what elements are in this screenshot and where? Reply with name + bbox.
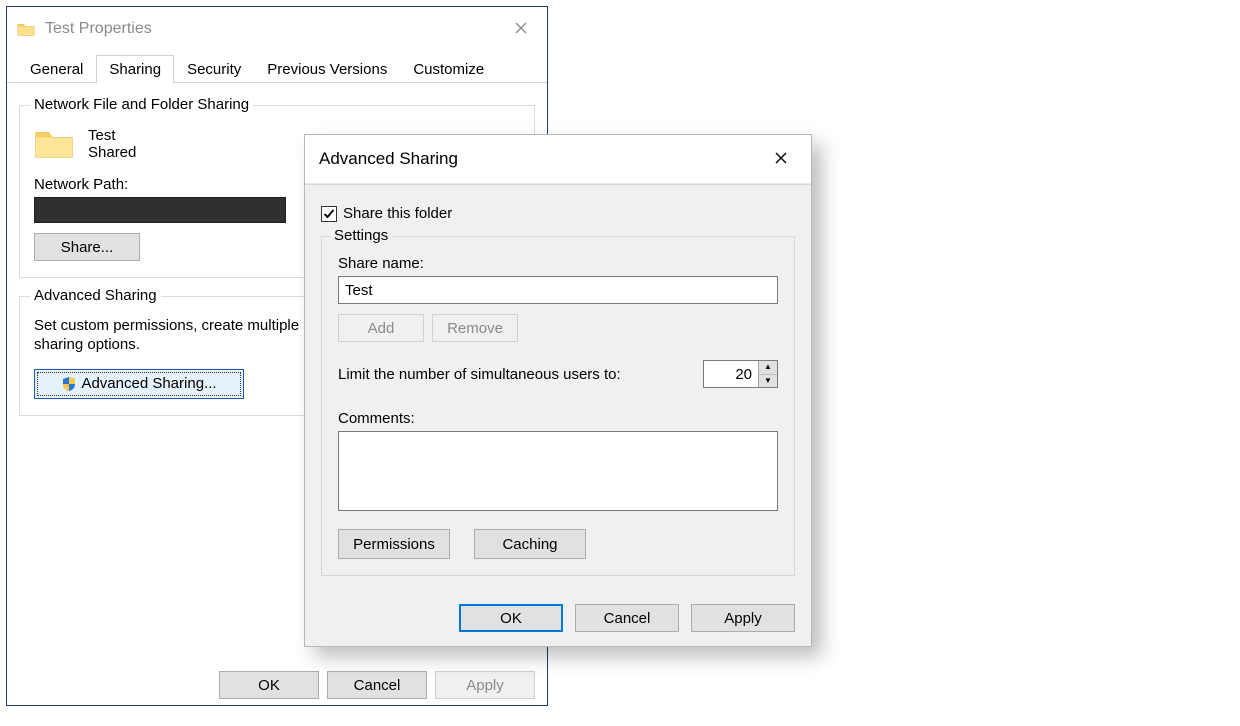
share-button[interactable]: Share... bbox=[34, 233, 140, 261]
advanced-sharing-button[interactable]: Advanced Sharing... bbox=[34, 369, 244, 399]
limit-value-input[interactable] bbox=[704, 361, 758, 387]
folder-icon bbox=[17, 22, 35, 37]
window-button-row: OK Cancel Apply bbox=[219, 671, 535, 699]
share-item-name: Test bbox=[88, 127, 136, 144]
network-path-value[interactable] bbox=[34, 197, 286, 223]
close-button[interactable] bbox=[501, 15, 541, 44]
tab-previous-versions[interactable]: Previous Versions bbox=[254, 55, 400, 84]
tab-strip: General Sharing Security Previous Versio… bbox=[7, 51, 547, 83]
apply-button[interactable]: Apply bbox=[435, 671, 535, 699]
folder-icon bbox=[34, 126, 74, 162]
limit-label: Limit the number of simultaneous users t… bbox=[338, 366, 621, 383]
dialog-titlebar[interactable]: Advanced Sharing bbox=[305, 135, 811, 184]
close-icon bbox=[514, 21, 528, 35]
dialog-button-row: OK Cancel Apply bbox=[305, 590, 811, 646]
dialog-ok-button[interactable]: OK bbox=[459, 604, 563, 632]
check-icon bbox=[323, 208, 335, 220]
dialog-cancel-button[interactable]: Cancel bbox=[575, 604, 679, 632]
settings-group: Settings Share name: Add Remove Limit th… bbox=[321, 236, 795, 576]
settings-legend: Settings bbox=[330, 227, 392, 244]
advanced-sharing-button-label: Advanced Sharing... bbox=[81, 375, 216, 392]
dialog-apply-button[interactable]: Apply bbox=[691, 604, 795, 632]
window-title: Test Properties bbox=[45, 20, 152, 38]
advanced-sharing-dialog: Advanced Sharing Share this folder Setti… bbox=[304, 134, 812, 647]
limit-spinner[interactable]: ▲ ▼ bbox=[703, 360, 778, 388]
share-name-input[interactable] bbox=[338, 276, 778, 304]
share-folder-checkbox[interactable] bbox=[321, 206, 337, 222]
cancel-button[interactable]: Cancel bbox=[327, 671, 427, 699]
tab-sharing[interactable]: Sharing bbox=[96, 55, 174, 84]
share-folder-checkbox-label: Share this folder bbox=[343, 205, 452, 222]
close-icon bbox=[774, 151, 788, 165]
spinner-up-button[interactable]: ▲ bbox=[759, 361, 777, 375]
dialog-close-button[interactable] bbox=[761, 149, 801, 170]
caching-button[interactable]: Caching bbox=[474, 529, 586, 559]
share-name-label: Share name: bbox=[338, 255, 778, 272]
permissions-button[interactable]: Permissions bbox=[338, 529, 450, 559]
dialog-title: Advanced Sharing bbox=[319, 149, 458, 169]
add-button[interactable]: Add bbox=[338, 314, 424, 342]
comments-textarea[interactable] bbox=[338, 431, 778, 511]
shield-icon bbox=[61, 376, 77, 392]
comments-label: Comments: bbox=[338, 410, 778, 427]
tab-security[interactable]: Security bbox=[174, 55, 254, 84]
spinner-down-button[interactable]: ▼ bbox=[759, 375, 777, 388]
tab-customize[interactable]: Customize bbox=[400, 55, 497, 84]
ok-button[interactable]: OK bbox=[219, 671, 319, 699]
network-sharing-legend: Network File and Folder Sharing bbox=[30, 96, 253, 113]
share-folder-checkbox-row[interactable]: Share this folder bbox=[321, 205, 795, 222]
tab-general[interactable]: General bbox=[17, 55, 96, 84]
titlebar[interactable]: Test Properties bbox=[7, 7, 547, 51]
remove-button[interactable]: Remove bbox=[432, 314, 518, 342]
advanced-sharing-legend: Advanced Sharing bbox=[30, 287, 161, 304]
share-item-status: Shared bbox=[88, 144, 136, 161]
